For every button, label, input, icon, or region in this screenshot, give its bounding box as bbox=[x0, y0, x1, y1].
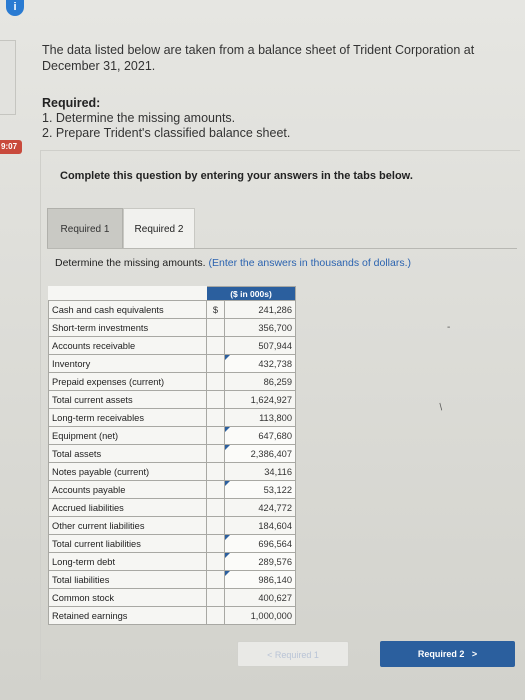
row-label: Long-term debt bbox=[48, 552, 207, 571]
task-instruction: Determine the missing amounts. (Enter th… bbox=[55, 257, 411, 269]
currency-sign bbox=[206, 390, 225, 409]
table-row: Accrued liabilities 424,772 bbox=[48, 498, 296, 517]
row-label: Prepaid expenses (current) bbox=[48, 372, 207, 391]
required-item-2: 2. Prepare Trident's classified balance … bbox=[42, 126, 291, 140]
currency-sign bbox=[206, 588, 225, 607]
row-amount-input[interactable]: 424,772 bbox=[224, 498, 296, 517]
instruction-text: Determine the missing amounts. bbox=[55, 257, 206, 269]
table-row: Inventory 432,738 bbox=[48, 354, 296, 373]
table-row: Cash and cash equivalents $241,286 bbox=[48, 300, 296, 319]
question-intro: The data listed below are taken from a b… bbox=[42, 43, 475, 73]
header-blank bbox=[48, 286, 207, 301]
currency-sign bbox=[206, 408, 225, 427]
tab-divider bbox=[47, 248, 517, 249]
currency-sign bbox=[206, 498, 225, 517]
row-amount-input[interactable]: 184,604 bbox=[224, 516, 296, 535]
currency-sign bbox=[206, 462, 225, 481]
chevron-right-icon: > bbox=[466, 649, 478, 659]
row-amount-input[interactable]: 696,564 bbox=[224, 534, 296, 553]
row-label: Other current liabilities bbox=[48, 516, 207, 535]
currency-sign bbox=[206, 354, 225, 373]
row-label: Short-term investments bbox=[48, 318, 207, 337]
next-button[interactable]: Required 2 > bbox=[380, 641, 515, 667]
row-amount-input[interactable]: 400,627 bbox=[224, 588, 296, 607]
row-label: Inventory bbox=[48, 354, 207, 373]
table-row: Equipment (net) 647,680 bbox=[48, 426, 296, 445]
row-amount-input[interactable]: 986,140 bbox=[224, 570, 296, 589]
currency-sign bbox=[206, 534, 225, 553]
row-label: Equipment (net) bbox=[48, 426, 207, 445]
row-label: Accrued liabilities bbox=[48, 498, 207, 517]
cursor-mark: - bbox=[447, 322, 451, 333]
table-row: Notes payable (current) 34,116 bbox=[48, 462, 296, 481]
table-row: Other current liabilities 184,604 bbox=[48, 516, 296, 535]
complete-instruction: Complete this question by entering your … bbox=[60, 170, 413, 182]
prev-button[interactable]: < Required 1 bbox=[237, 641, 349, 667]
info-icon[interactable]: i bbox=[6, 0, 24, 16]
required-list: 1. Determine the missing amounts. 2. Pre… bbox=[42, 111, 290, 141]
row-amount-input[interactable]: 432,738 bbox=[224, 354, 296, 373]
row-label: Notes payable (current) bbox=[48, 462, 207, 481]
currency-sign bbox=[206, 570, 225, 589]
row-label: Cash and cash equivalents bbox=[48, 300, 207, 319]
balance-sheet-table: ($ in 000s) Cash and cash equivalents $24… bbox=[48, 286, 296, 625]
currency-sign bbox=[206, 336, 225, 355]
table-row: Total current liabilities 696,564 bbox=[48, 534, 296, 553]
currency-sign bbox=[206, 552, 225, 571]
row-amount-input[interactable]: 507,944 bbox=[224, 336, 296, 355]
instruction-hint: (Enter the answers in thousands of dolla… bbox=[208, 257, 412, 269]
timer-badge: 9:07 bbox=[0, 140, 22, 154]
currency-sign bbox=[206, 516, 225, 535]
table-row: Accounts receivable 507,944 bbox=[48, 336, 296, 355]
table-row: Short-term investments 356,700 bbox=[48, 318, 296, 337]
side-panel-tab[interactable] bbox=[0, 40, 16, 115]
row-amount-input[interactable]: 1,000,000 bbox=[224, 606, 296, 625]
table-row: Total current assets 1,624,927 bbox=[48, 390, 296, 409]
currency-sign bbox=[206, 372, 225, 391]
row-label: Total current liabilities bbox=[48, 534, 207, 553]
table-row: Total liabilities 986,140 bbox=[48, 570, 296, 589]
row-amount-input[interactable]: 113,800 bbox=[224, 408, 296, 427]
row-label: Total assets bbox=[48, 444, 207, 463]
table-row: Accounts payable 53,122 bbox=[48, 480, 296, 499]
currency-sign bbox=[206, 426, 225, 445]
table-row: Common stock 400,627 bbox=[48, 588, 296, 607]
row-label: Common stock bbox=[48, 588, 207, 607]
table-row: Retained earnings 1,000,000 bbox=[48, 606, 296, 625]
currency-sign bbox=[206, 444, 225, 463]
row-label: Accounts payable bbox=[48, 480, 207, 499]
currency-sign bbox=[206, 318, 225, 337]
table-row: Prepaid expenses (current) 86,259 bbox=[48, 372, 296, 391]
page: i 9:07 The data listed below are taken f… bbox=[0, 0, 525, 700]
currency-sign: $ bbox=[206, 300, 225, 319]
row-label: Long-term receivables bbox=[48, 408, 207, 427]
row-amount-input[interactable]: 1,624,927 bbox=[224, 390, 296, 409]
required-item-1: 1. Determine the missing amounts. bbox=[42, 111, 236, 125]
row-amount-input[interactable]: 356,700 bbox=[224, 318, 296, 337]
row-label: Total liabilities bbox=[48, 570, 207, 589]
row-label: Accounts receivable bbox=[48, 336, 207, 355]
currency-sign bbox=[206, 606, 225, 625]
row-amount-input[interactable]: 86,259 bbox=[224, 372, 296, 391]
row-amount-input[interactable]: 289,576 bbox=[224, 552, 296, 571]
table-row: Long-term debt 289,576 bbox=[48, 552, 296, 571]
row-label: Retained earnings bbox=[48, 606, 207, 625]
table-row: Long-term receivables 113,800 bbox=[48, 408, 296, 427]
row-amount-input[interactable]: 34,116 bbox=[224, 462, 296, 481]
row-amount-input[interactable]: 647,680 bbox=[224, 426, 296, 445]
table-row: Total assets 2,386,407 bbox=[48, 444, 296, 463]
tab-required-1[interactable]: Required 1 bbox=[47, 208, 123, 248]
tab-required-2[interactable]: Required 2 bbox=[123, 208, 195, 248]
prev-button-label: Required 1 bbox=[274, 650, 319, 660]
required-heading: Required: bbox=[42, 96, 101, 110]
next-button-label: Required 2 bbox=[417, 649, 465, 659]
row-label: Total current assets bbox=[48, 390, 207, 409]
row-amount-input[interactable]: 241,286 bbox=[224, 300, 296, 319]
row-amount-input[interactable]: 53,122 bbox=[224, 480, 296, 499]
amount-header: ($ in 000s) bbox=[206, 286, 296, 301]
currency-sign bbox=[206, 480, 225, 499]
chevron-left-icon: < bbox=[267, 650, 273, 660]
row-amount-input[interactable]: 2,386,407 bbox=[224, 444, 296, 463]
